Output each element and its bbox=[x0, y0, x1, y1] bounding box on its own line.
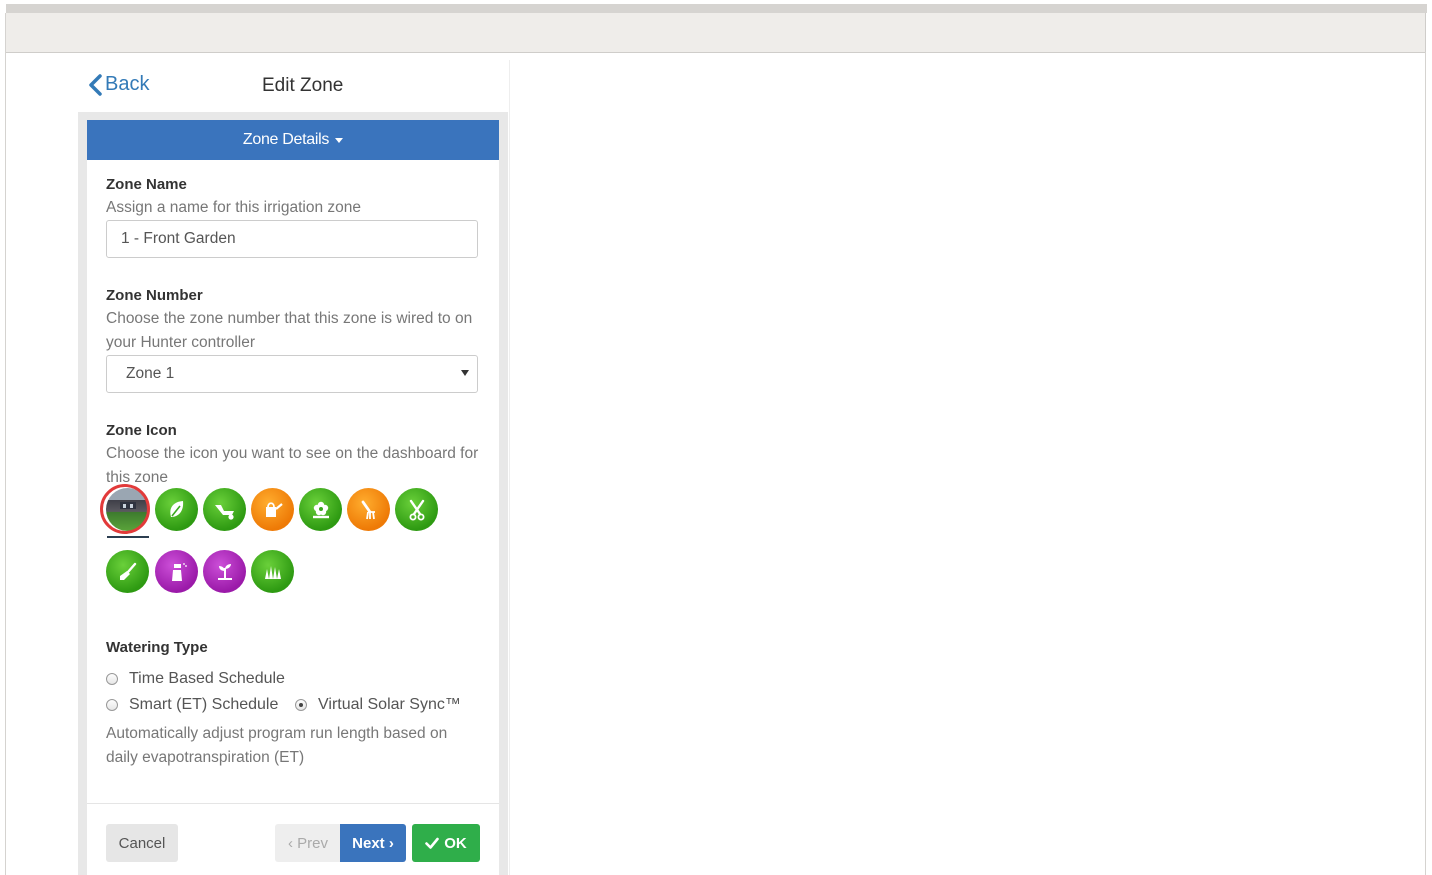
back-label: Back bbox=[105, 73, 150, 95]
zone-name-label: Zone Name bbox=[106, 176, 187, 193]
select-arrow-icon bbox=[461, 370, 469, 376]
hand-rake-icon[interactable] bbox=[347, 488, 390, 531]
watering-option-solar-sync[interactable]: Virtual Solar Sync™ bbox=[295, 696, 461, 714]
cancel-button[interactable]: Cancel bbox=[106, 824, 178, 862]
frame-border-right bbox=[1425, 52, 1426, 875]
shears-icon[interactable] bbox=[395, 488, 438, 531]
chevron-left-icon bbox=[89, 73, 102, 96]
zone-icon-label: Zone Icon bbox=[106, 422, 177, 439]
zone-icon-help: Choose the icon you want to see on the d… bbox=[106, 445, 479, 486]
leaf-icon[interactable] bbox=[155, 488, 198, 531]
back-button[interactable]: Back bbox=[88, 73, 149, 96]
window-top-strip bbox=[6, 4, 1427, 13]
radio-time-based[interactable] bbox=[106, 673, 118, 685]
watering-can-icon[interactable] bbox=[251, 488, 294, 531]
prev-button[interactable]: ‹ Prev bbox=[275, 824, 341, 862]
top-toolbar bbox=[6, 13, 1426, 53]
frame-border-left bbox=[5, 13, 6, 875]
radio-solar-sync-label: Virtual Solar Sync™ bbox=[318, 696, 461, 713]
watering-type-help: Automatically adjust program run length … bbox=[106, 725, 448, 766]
page-title: Edit Zone bbox=[262, 75, 344, 96]
radio-time-based-label: Time Based Schedule bbox=[129, 670, 285, 687]
grass-icon[interactable] bbox=[251, 550, 294, 593]
panel-header: Back Edit Zone bbox=[78, 60, 508, 112]
caret-down-icon bbox=[335, 137, 344, 143]
flower-icon[interactable] bbox=[299, 488, 342, 531]
wheelbarrow-icon[interactable] bbox=[203, 488, 246, 531]
watering-option-smart-et[interactable]: Smart (ET) Schedule bbox=[106, 696, 278, 714]
ok-label: OK bbox=[444, 834, 467, 852]
next-button[interactable]: Next › bbox=[340, 824, 406, 862]
check-icon bbox=[425, 837, 440, 849]
edit-zone-panel: Back Edit Zone Zone Details Zone Name As… bbox=[78, 60, 510, 875]
zone-number-help: Choose the zone number that this zone is… bbox=[106, 310, 473, 351]
zone-name-input[interactable] bbox=[106, 220, 478, 258]
radio-smart-et[interactable] bbox=[106, 699, 118, 711]
zone-number-value: Zone 1 bbox=[126, 365, 175, 382]
trowel-icon[interactable] bbox=[106, 550, 149, 593]
garden-photo-icon[interactable] bbox=[106, 488, 149, 531]
ok-button[interactable]: OK bbox=[412, 824, 480, 862]
footer-divider bbox=[87, 803, 499, 804]
zone-details-dropdown[interactable]: Zone Details bbox=[87, 120, 499, 160]
zone-details-card: Zone Details Zone Name Assign a name for… bbox=[87, 120, 499, 875]
zone-details-title: Zone Details bbox=[242, 131, 330, 148]
zone-number-label: Zone Number bbox=[106, 287, 203, 304]
zone-number-select[interactable]: Zone 1 bbox=[106, 355, 478, 393]
selected-icon-underline bbox=[107, 536, 149, 538]
radio-smart-et-label: Smart (ET) Schedule bbox=[129, 696, 279, 713]
spray-bottle-icon[interactable] bbox=[155, 550, 198, 593]
radio-solar-sync[interactable] bbox=[295, 699, 307, 711]
watering-option-time-based[interactable]: Time Based Schedule bbox=[106, 670, 285, 688]
seedling-icon[interactable] bbox=[203, 550, 246, 593]
watering-type-label: Watering Type bbox=[106, 639, 208, 656]
zone-name-help: Assign a name for this irrigation zone bbox=[106, 199, 362, 216]
